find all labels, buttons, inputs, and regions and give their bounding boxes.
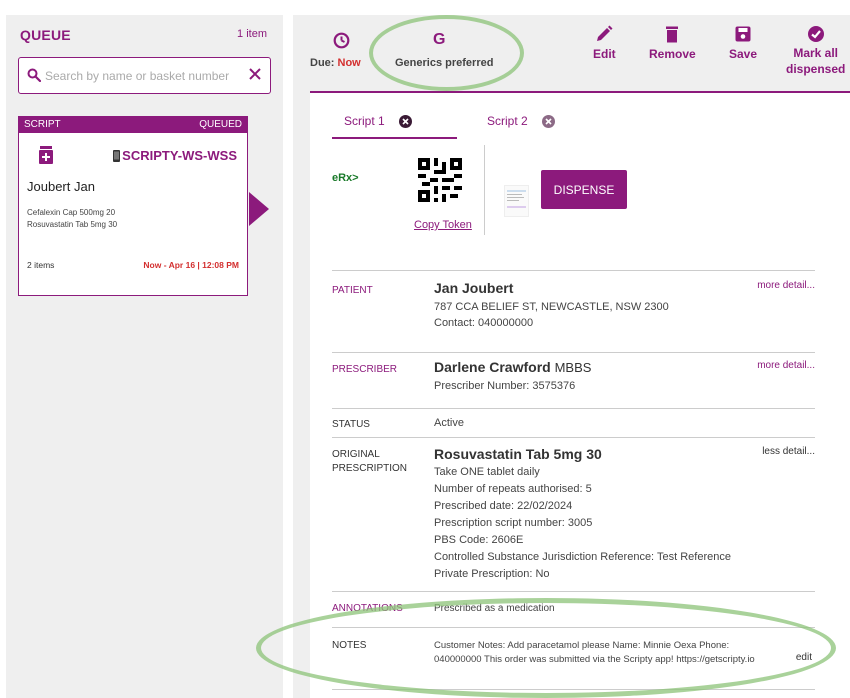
erx-label: eRx> [332,172,359,184]
dispense-button[interactable]: DISPENSE [541,170,627,209]
prescriber-number: Prescriber Number: 3575376 [434,380,576,392]
mark-all-label-1: Mark all [793,46,839,60]
queue-title: QUEUE [20,27,71,43]
qr-code [418,158,462,202]
card-med-2: Rosuvastatin Tab 5mg 30 [27,220,118,229]
prescriber-name: Darlene Crawford [434,359,551,375]
patient-name: Jan Joubert [434,280,514,296]
check-circle-icon [807,26,824,42]
highlight-ring-notes [256,598,836,698]
copy-token-link[interactable]: Copy Token [414,219,472,231]
patient-contact: Contact: 040000000 [434,317,534,329]
card-app-name: SCRIPTY-WS-WSS [122,148,237,163]
prescriber-more-detail-link[interactable]: more detail... [757,360,815,371]
trash-icon [666,26,679,43]
original-drug: Rosuvastatin Tab 5mg 30 [434,446,602,462]
patient-section: PATIENT Jan Joubert 787 CCA BELIEF ST, N… [332,270,815,352]
queue-count: 1 item [237,28,267,40]
due-value: Now [337,57,361,69]
original-line: Take ONE tablet daily [434,466,540,478]
phone-icon [113,149,121,162]
card-type: SCRIPT [24,119,61,130]
erx-divider [484,145,485,235]
card-patient-name: Joubert Jan [27,179,95,194]
clear-icon[interactable] [248,67,262,81]
queue-card[interactable]: SCRIPT QUEUED SCRIPTY-WS-WSS Joubert Jan… [18,116,248,296]
original-line: PBS Code: 2606E [434,534,524,546]
original-label-line-2: PRESCRIPTION [332,463,408,474]
tab-script-2[interactable]: Script 2 [487,114,555,128]
original-line: Private Prescription: No [434,568,550,580]
tab-script-1-label: Script 1 [344,114,385,128]
prescriber-label: PRESCRIBER [332,364,398,375]
patient-more-detail-link[interactable]: more detail... [757,280,815,291]
save-button[interactable]: Save [729,25,757,61]
patient-address: 787 CCA BELIEF ST, NEWCASTLE, NSW 2300 [434,301,669,313]
clock-icon [333,32,350,49]
status-label: STATUS [332,419,370,430]
highlight-ring-generics [369,15,524,91]
card-due: Now - Apr 16 | 12:08 PM [143,260,239,270]
search-icon [27,68,41,82]
patient-label: PATIENT [332,285,373,296]
script-thumbnail[interactable] [504,185,529,217]
document-thumbnail-icon [507,190,526,208]
search-input[interactable] [45,66,240,86]
card-header: SCRIPT QUEUED [19,117,247,133]
edit-label: Edit [593,47,616,61]
pencil-icon [597,25,613,41]
mark-all-dispensed-button[interactable]: Mark all dispensed [786,25,845,77]
card-status: QUEUED [199,119,242,130]
save-icon [735,26,751,42]
prescriber-title: MBBS [554,360,592,375]
original-line: Prescribed date: 22/02/2024 [434,500,573,512]
save-label: Save [729,47,758,61]
tab-script-2-label: Script 2 [487,114,528,128]
queue-panel: QUEUE 1 item SCRIPT QUEUED SCRIP [6,15,283,698]
remove-button[interactable]: Remove [649,25,696,61]
original-line: Controlled Substance Jurisdiction Refere… [434,551,731,563]
original-line: Prescription script number: 3005 [434,517,593,529]
queue-search-box[interactable] [18,57,271,94]
card-item-count: 2 items [27,260,55,270]
status-section: STATUS Active [332,408,815,437]
tab-script-1[interactable]: Script 1 [344,114,412,128]
card-med-1: Cefalexin Cap 500mg 20 [27,208,116,217]
original-prescription-section: ORIGINAL PRESCRIPTION Rosuvastatin Tab 5… [332,437,815,591]
card-app-label: SCRIPTY-WS-WSS [113,148,237,163]
remove-label: Remove [649,47,696,61]
close-circle-icon[interactable] [398,114,412,128]
due-prefix: Due: [310,57,335,69]
active-tab-underline [332,137,457,139]
medicine-bottle-icon [39,146,53,164]
due-label: Due: Now [310,57,361,69]
script-detail-panel: Due: Now G Generics preferred Edit Remov… [293,15,850,698]
edit-button[interactable]: Edit [593,25,616,61]
original-line: Number of repeats authorised: 5 [434,483,592,495]
mark-all-label-2: dispensed [786,62,846,76]
script-tabs: Script 1 Script 2 [332,108,792,139]
selected-pointer [249,192,269,226]
close-circle-icon[interactable] [541,114,555,128]
less-detail-link[interactable]: less detail... [762,446,815,457]
original-label-line-1: ORIGINAL [332,449,380,460]
prescriber-section: PRESCRIBER Darlene Crawford MBBS Prescri… [332,352,815,408]
status-value: Active [434,417,464,429]
toolbar: Due: Now G Generics preferred Edit Remov… [293,15,850,95]
prescriber-name-row: Darlene Crawford MBBS [434,359,591,375]
